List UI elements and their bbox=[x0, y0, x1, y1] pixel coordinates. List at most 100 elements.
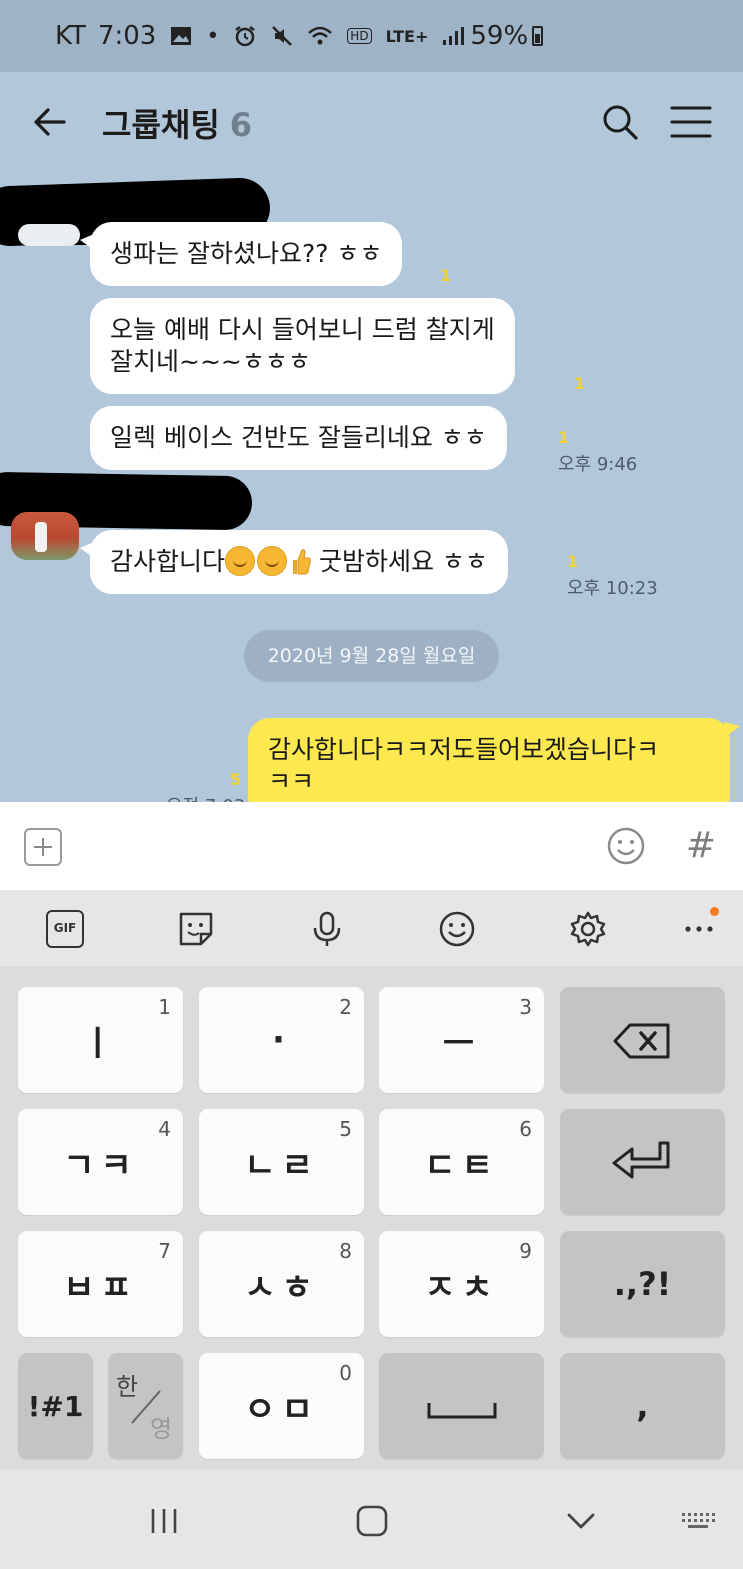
clock: 7:03 bbox=[97, 21, 157, 51]
status-icons: • HD LTE+ bbox=[170, 23, 465, 49]
member-count: 6 bbox=[229, 106, 253, 144]
message-text: 감사합니다 bbox=[110, 547, 226, 576]
mute-icon bbox=[272, 26, 293, 46]
space-key[interactable] bbox=[379, 1353, 544, 1459]
key-dot[interactable]: 2 · bbox=[199, 987, 364, 1093]
key-o-m[interactable]: 0 ㅇㅁ bbox=[199, 1353, 364, 1459]
avatar[interactable] bbox=[11, 512, 79, 560]
back-arrow-icon[interactable] bbox=[30, 100, 70, 144]
chat-header: 그룹채팅 6 bbox=[0, 72, 743, 172]
key-g-k[interactable]: 4 ㄱㅋ bbox=[18, 1109, 183, 1215]
key-i[interactable]: 1 ㅣ bbox=[18, 987, 183, 1093]
keyboard-switch-icon[interactable] bbox=[680, 1505, 716, 1537]
gallery-icon bbox=[171, 27, 192, 45]
message-time: 오후 10:23 bbox=[567, 578, 658, 599]
hd-badge: HD bbox=[347, 28, 372, 44]
attach-plus-icon[interactable] bbox=[24, 828, 62, 866]
date-divider: 2020년 9월 28일 월요일 bbox=[244, 630, 499, 682]
message-text-line: 오늘 예배 다시 들어보니 드럼 찰지게 bbox=[110, 315, 495, 344]
smiling-emoji-icon bbox=[257, 546, 288, 576]
keyboard-toolbar: GIF bbox=[0, 890, 743, 966]
avatar[interactable] bbox=[18, 224, 80, 246]
key-label: !#1 bbox=[27, 1389, 84, 1423]
message-bubble[interactable]: 오늘 예배 다시 들어보니 드럼 찰지게 잘치네~~~ㅎㅎㅎ bbox=[90, 298, 515, 394]
key-label: ㅇㅁ bbox=[244, 1389, 319, 1430]
message-bubble[interactable]: 감사합니다 굿밤하세요 ㅎㅎ bbox=[80, 530, 508, 594]
korean-keyboard: 1 ㅣ 2 · 3 ㅡ 4 ㄱㅋ 5 ㄴㄹ 6 ㄷㅌ 7 ㅂㅍ 8 ㅅㅎ 9 ㅈ… bbox=[0, 966, 743, 1469]
settings-gear-icon[interactable] bbox=[569, 910, 607, 948]
carrier-label: KT bbox=[55, 21, 86, 51]
home-icon[interactable] bbox=[355, 1505, 389, 1537]
avatar-figure bbox=[35, 522, 47, 552]
message-text-line: ㅋㅋ bbox=[268, 767, 315, 796]
key-label: ㅅㅎ bbox=[244, 1267, 319, 1308]
key-label: ㄷㅌ bbox=[424, 1145, 499, 1186]
unread-count: 1 bbox=[440, 266, 452, 285]
backspace-icon bbox=[613, 1023, 670, 1059]
backspace-key[interactable] bbox=[560, 987, 725, 1093]
message-time: 오후 9:46 bbox=[558, 454, 638, 475]
wifi-icon bbox=[308, 26, 333, 45]
message-bubble[interactable]: 생파는 잘하셨나요?? ㅎㅎ bbox=[79, 222, 403, 286]
system-nav-bar bbox=[0, 1469, 743, 1569]
emoticon-icon[interactable] bbox=[606, 826, 646, 866]
key-label: ㅈㅊ bbox=[424, 1267, 499, 1308]
lang-english-label: 영 bbox=[150, 1415, 173, 1443]
key-label: , bbox=[636, 1387, 649, 1425]
unread-count: 1 bbox=[567, 552, 579, 571]
smiling-emoji-icon bbox=[225, 546, 256, 576]
enter-key[interactable] bbox=[560, 1109, 725, 1215]
key-d-t[interactable]: 6 ㄷㅌ bbox=[379, 1109, 544, 1215]
dot-icon: • bbox=[206, 23, 220, 49]
key-eu[interactable]: 3 ㅡ bbox=[379, 987, 544, 1093]
hide-keyboard-chevron-icon[interactable] bbox=[565, 1505, 597, 1537]
search-icon[interactable] bbox=[600, 102, 640, 142]
key-label: ㅡ bbox=[442, 1023, 481, 1064]
message-bubble[interactable]: 일렉 베이스 건반도 잘들리네요 ㅎㅎ bbox=[90, 406, 507, 470]
menu-icon[interactable] bbox=[670, 104, 712, 140]
message-text: 생파는 잘하셨나요?? ㅎㅎ bbox=[110, 239, 383, 268]
message-text-line: 감사합니다ㅋㅋ저도들어보겠습니다ㅋ bbox=[268, 735, 660, 764]
unread-count: 5 bbox=[230, 770, 242, 789]
message-input[interactable] bbox=[80, 820, 590, 872]
gif-icon[interactable]: GIF bbox=[46, 910, 84, 948]
message-input-bar: # bbox=[0, 802, 743, 890]
recent-apps-icon[interactable] bbox=[148, 1505, 180, 1537]
signal-icon bbox=[443, 27, 465, 45]
thumbs-up-emoji-icon bbox=[293, 549, 311, 575]
message-time: 오전 7:03 bbox=[166, 792, 245, 802]
key-label: · bbox=[272, 1020, 291, 1060]
hashtag-button[interactable]: # bbox=[684, 824, 718, 868]
chat-messages[interactable]: 생파는 잘하셨나요?? ㅎㅎ 1 오늘 예배 다시 들어보니 드럼 찰지게 잘치… bbox=[0, 172, 743, 802]
enter-icon bbox=[612, 1141, 670, 1179]
network-label: LTE+ bbox=[385, 26, 429, 46]
unread-count: 1 bbox=[574, 374, 586, 393]
alarm-icon bbox=[235, 26, 256, 47]
emoji-icon[interactable] bbox=[438, 910, 476, 948]
unread-count: 1 bbox=[558, 428, 570, 447]
battery-icon bbox=[532, 26, 544, 46]
chat-title: 그룹채팅 6 bbox=[102, 100, 252, 146]
key-label: .,?! bbox=[613, 1265, 672, 1303]
message-text: 일렉 베이스 건반도 잘들리네요 ㅎㅎ bbox=[110, 423, 487, 452]
key-label: ㅂㅍ bbox=[63, 1267, 138, 1308]
key-s-h[interactable]: 8 ㅅㅎ bbox=[199, 1231, 364, 1337]
status-bar: KT 7:03 • HD LTE+ 59% bbox=[0, 0, 743, 72]
key-n-r[interactable]: 5 ㄴㄹ bbox=[199, 1109, 364, 1215]
symbols-key[interactable]: !#1 bbox=[18, 1353, 93, 1459]
sticker-icon[interactable] bbox=[177, 910, 215, 948]
message-text-line: 잘치네~~~ㅎㅎㅎ bbox=[110, 347, 311, 376]
key-label: ㅣ bbox=[81, 1023, 120, 1064]
key-b-p[interactable]: 7 ㅂㅍ bbox=[18, 1231, 183, 1337]
comma-key[interactable]: , bbox=[560, 1353, 725, 1459]
language-switch-key[interactable]: 한 영 bbox=[108, 1353, 183, 1459]
microphone-icon[interactable] bbox=[308, 910, 346, 948]
key-label: ㄴㄹ bbox=[244, 1145, 319, 1186]
battery-level: 59% bbox=[470, 21, 529, 51]
punctuation-key[interactable]: .,?! bbox=[560, 1231, 725, 1337]
key-j-ch[interactable]: 9 ㅈㅊ bbox=[379, 1231, 544, 1337]
my-message-bubble[interactable]: 감사합니다ㅋㅋ저도들어보겠습니다ㅋ ㅋㅋ bbox=[248, 718, 740, 802]
gif-label: GIF bbox=[53, 921, 77, 935]
space-icon bbox=[427, 1403, 497, 1419]
chat-title-text: 그룹채팅 bbox=[102, 106, 220, 144]
